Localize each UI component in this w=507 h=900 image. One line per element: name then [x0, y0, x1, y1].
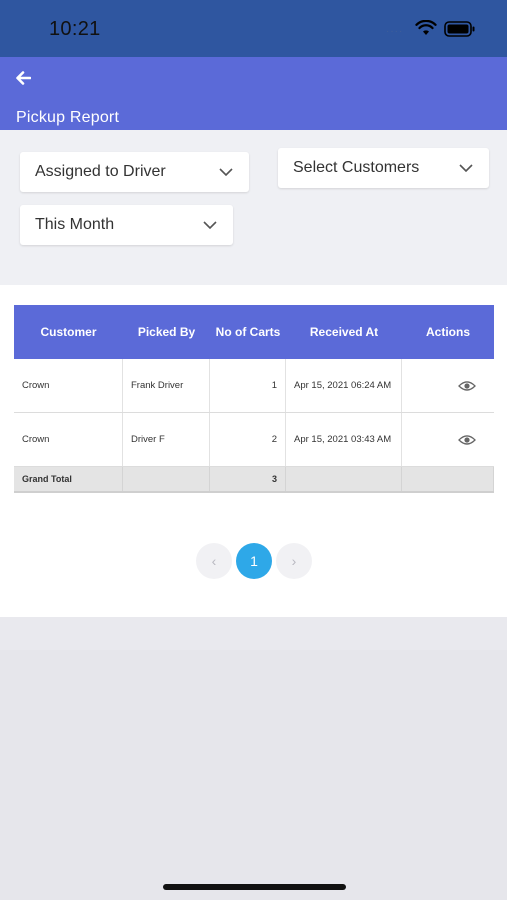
- period-dropdown[interactable]: This Month: [20, 205, 233, 245]
- page-1-button[interactable]: 1: [236, 543, 272, 579]
- assigned-to-driver-dropdown[interactable]: Assigned to Driver: [20, 152, 249, 192]
- grand-total-picked-by: [123, 467, 210, 491]
- empty-area: [0, 650, 507, 900]
- pagination: ‹ 1 ›: [0, 543, 507, 581]
- table-header: Customer Picked By No of Carts Received …: [14, 305, 494, 359]
- grand-total-carts: 3: [210, 467, 286, 491]
- column-header-picked-by: Picked By: [137, 325, 196, 339]
- column-header-actions: Actions: [425, 325, 470, 339]
- period-dropdown-label: This Month: [35, 216, 115, 233]
- chevron-down-icon: [219, 168, 233, 176]
- wifi-icon: [415, 20, 437, 35]
- chevron-down-icon: [203, 221, 217, 229]
- chevron-down-icon: [459, 164, 473, 172]
- cell-received-at: Apr 15, 2021 06:24 AM: [286, 359, 402, 412]
- grand-total-row: Grand Total 3: [14, 467, 494, 493]
- table-row: Crown Frank Driver 1 Apr 15, 2021 06:24 …: [14, 359, 494, 413]
- column-header-received-at: Received At: [309, 325, 379, 339]
- back-arrow-icon[interactable]: [12, 67, 34, 89]
- cell-picked-by: Driver F: [123, 413, 210, 466]
- cell-carts: 1: [210, 359, 286, 412]
- report-card: Customer Picked By No of Carts Received …: [0, 285, 507, 617]
- cell-actions: [402, 359, 494, 412]
- cell-customer: Crown: [14, 359, 123, 412]
- grand-total-actions: [402, 467, 494, 491]
- previous-page-button[interactable]: ‹: [196, 543, 232, 579]
- cellular-signal: ····: [386, 26, 404, 37]
- assigned-dropdown-label: Assigned to Driver: [35, 163, 166, 180]
- cell-customer: Crown: [14, 413, 123, 466]
- column-header-customer: Customer: [40, 325, 97, 339]
- grand-total-received-at: [286, 467, 402, 491]
- page-title: Pickup Report: [16, 109, 120, 126]
- cell-carts: 2: [210, 413, 286, 466]
- eye-icon[interactable]: [458, 380, 476, 392]
- eye-icon[interactable]: [458, 434, 476, 446]
- select-customers-dropdown[interactable]: Select Customers: [278, 148, 489, 188]
- filter-panel: Assigned to Driver Select Customers This…: [0, 130, 507, 285]
- next-page-button[interactable]: ›: [276, 543, 312, 579]
- grand-total-label: Grand Total: [14, 467, 123, 491]
- cell-received-at: Apr 15, 2021 03:43 AM: [286, 413, 402, 466]
- home-indicator[interactable]: [163, 884, 346, 890]
- customers-dropdown-label: Select Customers: [293, 159, 420, 176]
- pickup-table: Customer Picked By No of Carts Received …: [14, 305, 494, 493]
- column-header-no-of-carts: No of Carts: [215, 325, 281, 339]
- battery-icon: [444, 21, 475, 37]
- cell-actions: [402, 413, 494, 466]
- status-bar: 10:21 ····: [0, 0, 507, 57]
- status-time: 10:21: [49, 18, 101, 40]
- background-strip: [0, 617, 507, 650]
- table-row: Crown Driver F 2 Apr 15, 2021 03:43 AM: [14, 413, 494, 467]
- app-bar: Pickup Report: [0, 57, 507, 130]
- cell-picked-by: Frank Driver: [123, 359, 210, 412]
